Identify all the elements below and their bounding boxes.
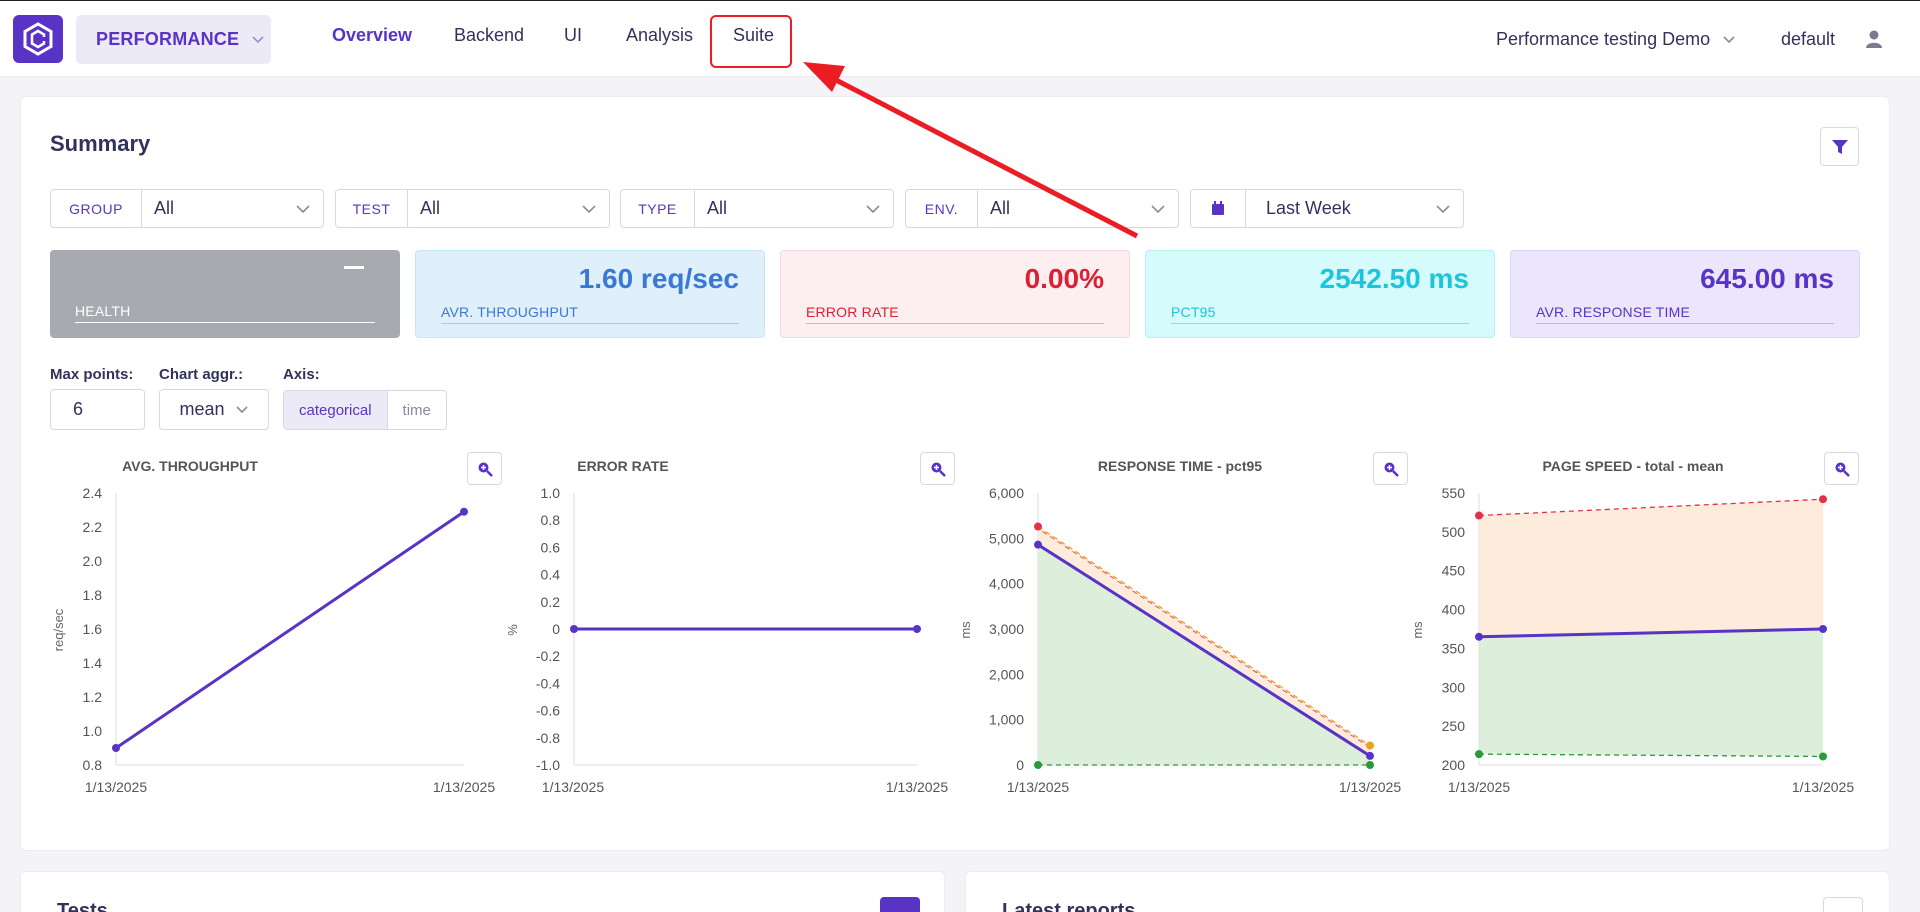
chart-y-label: ms [958,621,973,639]
chart-y-tick: 2.2 [83,519,103,535]
chart-x-tick: 1/13/2025 [542,779,604,795]
chart-series-line [115,510,465,750]
tests-card: Tests [20,871,945,912]
chart-y-tick: 350 [1442,640,1466,656]
chart-y-tick: 0.6 [541,539,561,555]
chart-title: ERROR RATE [577,458,669,474]
chart-x-tick: 1/13/2025 [1339,779,1401,795]
chart-y-tick: 1.2 [83,689,103,705]
chart-point [1819,495,1827,504]
chart-y-tick: 2.0 [83,553,103,569]
chart-y-tick: -0.8 [536,730,560,746]
chart-lower-band [1479,629,1823,757]
chart-y-tick: -0.4 [536,675,560,691]
chart-point [1819,625,1827,633]
chart-y-tick: 4,000 [989,576,1024,592]
chart-y-tick: 550 [1442,485,1466,501]
chart-title: RESPONSE TIME - pct95 [1098,458,1262,474]
chart-y-tick: 0 [552,621,560,637]
chart-point [1034,761,1042,769]
chart-point [112,744,120,752]
add-test-button[interactable] [880,897,920,912]
chart-y-tick: 1.6 [83,621,103,637]
refresh-reports-button[interactable] [1823,897,1863,912]
chart-point [913,625,921,633]
reports-title: Latest reports [1002,900,1136,912]
chart-point [1366,761,1374,769]
chart-title: AVG. THROUGHPUT [122,458,258,474]
chart-y-tick: 5,000 [989,530,1024,546]
chart-y-tick: 400 [1442,602,1466,618]
chart-y-tick: -0.2 [536,648,560,664]
chart-point [1475,511,1483,520]
chart-y-label: req/sec [51,608,66,651]
chart-x-tick: 1/13/2025 [1007,779,1069,795]
chart-y-tick: 500 [1442,524,1466,540]
chart-y-tick: 0.8 [541,512,561,528]
chart-y-tick: 0.8 [83,757,103,773]
chart-point [570,625,578,633]
chart-point [460,507,468,516]
chart-y-label: % [505,624,520,636]
chart-y-tick: 2.4 [83,485,103,501]
chart-point [1819,752,1827,761]
chart-upper-band [1479,499,1823,637]
chart-y-tick: 0.4 [541,567,561,583]
chart-y-tick: -0.6 [536,703,560,719]
charts-area: AVG. THROUGHPUT req/sec 0.8 1.0 1.2 1.4 1.6 1.8… [51,458,1854,795]
chart-point [1475,750,1483,759]
chart-title: PAGE SPEED - total - mean [1543,458,1724,474]
chart-y-tick: 1.8 [83,587,103,603]
chart-x-tick: 1/13/2025 [1448,779,1510,795]
chart-point [1034,540,1042,549]
chart-x-tick: 1/13/2025 [886,779,948,795]
reports-card: Latest reports [965,871,1890,912]
tests-title: Tests [57,900,108,912]
chart-point [1366,741,1374,750]
chart-point [1034,522,1042,531]
chart-point [1366,751,1374,760]
chart-y-tick: 1,000 [989,712,1024,728]
chart-y-tick: 6,000 [989,485,1024,501]
chart-y-tick: 3,000 [989,621,1024,637]
chart-y-label: ms [1410,621,1425,639]
chart-y-tick: 2,000 [989,666,1024,682]
chart-y-tick: 1.4 [83,655,103,671]
chart-y-tick: -1.0 [536,757,560,773]
chart-y-tick: 250 [1442,718,1466,734]
chart-x-tick: 1/13/2025 [433,779,495,795]
chart-x-tick: 1/13/2025 [1792,779,1854,795]
chart-y-tick: 0 [1016,757,1024,773]
chart-x-tick: 1/13/2025 [85,779,147,795]
chart-y-tick: 0.2 [541,594,561,610]
chart-y-tick: 1.0 [83,723,103,739]
chart-y-tick: 1.0 [541,485,561,501]
chart-y-tick: 300 [1442,679,1466,695]
chart-point [1475,632,1483,641]
chart-y-tick: 200 [1442,757,1466,773]
chart-y-tick: 450 [1442,563,1466,579]
